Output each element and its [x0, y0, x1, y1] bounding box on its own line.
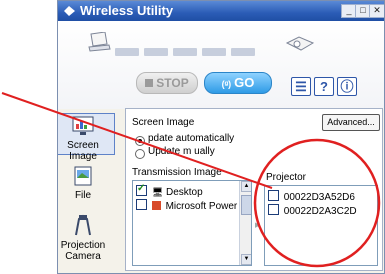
wireless-utility-window: Wireless Utility _ □ ✕ STOP (ᵍ) GO ☰ ? ⓘ … [57, 0, 385, 274]
projector-heading: Projector [266, 172, 307, 183]
powerpoint-checkbox[interactable] [136, 199, 147, 210]
nav-projection-camera[interactable]: Projection Camera [58, 213, 115, 269]
scroll-thumb[interactable] [241, 195, 251, 215]
camera-icon [75, 214, 91, 236]
scroll-down-arrow[interactable]: ▼ [241, 254, 251, 265]
update-manual-radio[interactable] [135, 149, 145, 159]
nav-file[interactable]: File [58, 165, 115, 205]
menu-button[interactable]: ☰ [291, 77, 311, 96]
transmission-scrollbar[interactable]: ▲ ▼ [239, 181, 251, 265]
file-icon [74, 166, 92, 186]
nav-screen-image[interactable]: Screen Image [58, 113, 115, 162]
go-button[interactable]: (ᵍ) GO [204, 72, 272, 94]
screen-image-icon [72, 116, 94, 135]
projector-checkbox[interactable] [268, 204, 279, 215]
laptop-icon [88, 32, 111, 52]
close-button[interactable]: ✕ [369, 4, 384, 18]
projector-icon [285, 36, 315, 51]
desktop-checkbox[interactable] [136, 183, 147, 196]
update-auto-label: pdate automatically [148, 133, 235, 144]
app-icon [64, 6, 75, 16]
list-item[interactable]: 00022D3A52D6 [268, 190, 355, 203]
desktop-icon: 🖥 [151, 187, 164, 197]
wireless-signal-icon: (ᵍ) [221, 79, 232, 89]
projector-list[interactable]: 00022D3A52D6 00022D2A3C2D [264, 185, 378, 266]
projector-checkbox[interactable] [268, 190, 279, 201]
help-button[interactable]: ? [314, 77, 334, 96]
arrow-right-icon: ▶ [255, 222, 261, 229]
info-button[interactable]: ⓘ [337, 77, 357, 96]
screen-image-panel: Screen Image Advanced... pdate automatic… [125, 108, 383, 271]
window-title: Wireless Utility [80, 3, 174, 18]
list-item[interactable]: 00022D2A3C2D [268, 204, 357, 217]
transmission-heading: Transmission Image [132, 167, 222, 178]
transmission-list[interactable]: 🖥 Desktop Microsoft Power ▲ ▼ [132, 180, 252, 266]
update-manual-label: Update m ually [148, 146, 215, 157]
advanced-button[interactable]: Advanced... [322, 114, 380, 131]
scroll-up-arrow[interactable]: ▲ [241, 181, 251, 192]
list-item[interactable]: 🖥 Desktop [136, 183, 203, 198]
update-auto-radio[interactable] [135, 136, 145, 146]
powerpoint-icon [151, 201, 161, 210]
panel-heading: Screen Image [132, 117, 195, 128]
stop-button[interactable]: STOP [136, 72, 198, 94]
stop-icon [145, 79, 154, 87]
connection-progress [115, 43, 275, 56]
title-bar[interactable]: Wireless Utility _ □ ✕ [58, 1, 384, 21]
list-item[interactable]: Microsoft Power [136, 199, 237, 212]
